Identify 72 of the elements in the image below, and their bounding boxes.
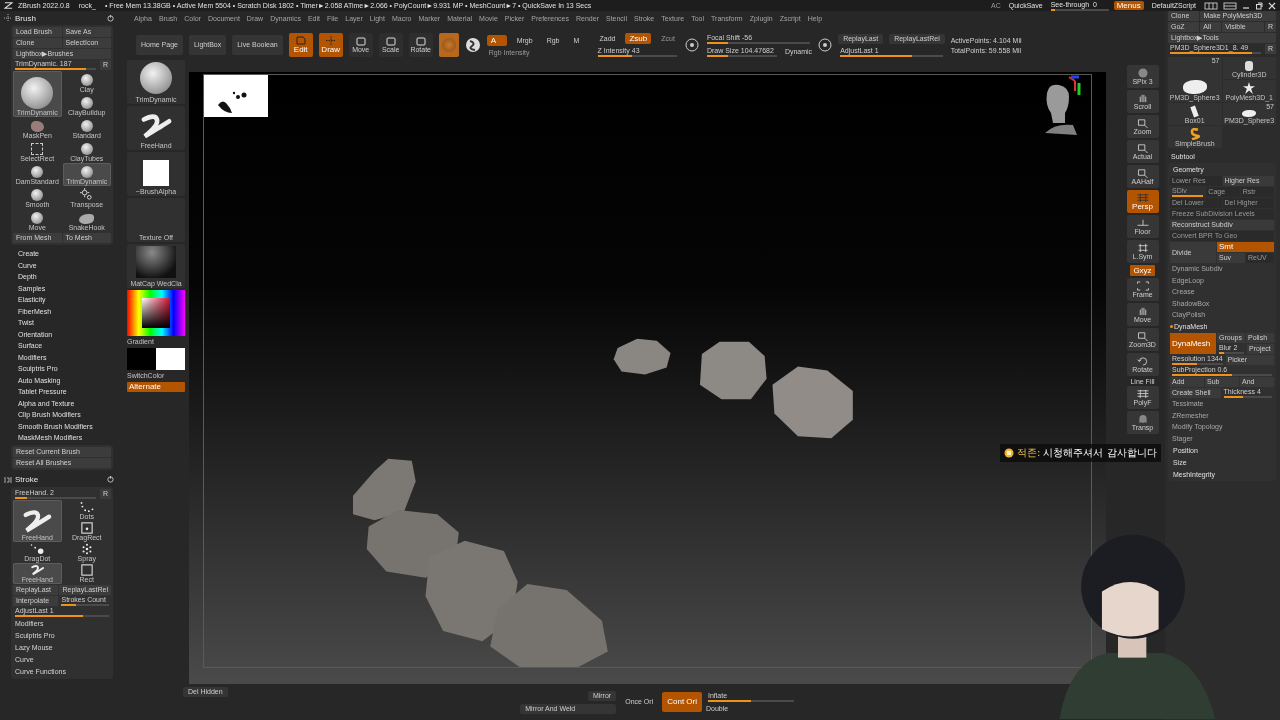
cont-ori-toggle[interactable]: Cont Ori [662, 692, 702, 712]
rock-drawing [613, 338, 671, 375]
mask-blob-icon [30, 121, 44, 132]
box-icon [1190, 105, 1199, 118]
refresh-icon[interactable] [107, 476, 114, 483]
hook-blob-icon [79, 214, 95, 224]
squiggle-icon [139, 112, 173, 140]
channel-toggle[interactable]: A [486, 34, 507, 46]
s-logo-icon [1189, 128, 1201, 140]
square-icon [80, 563, 93, 576]
palette-grip-icon[interactable] [4, 475, 12, 484]
cylinder-icon [1245, 61, 1254, 71]
sphere-icon [80, 97, 93, 109]
gxyz-toggle[interactable]: Gxyz [1130, 265, 1155, 276]
palette-title: Brush [15, 13, 36, 23]
magnifier-icon [1135, 330, 1150, 341]
sphere-icon [80, 143, 93, 155]
magnifier-icon [1135, 167, 1150, 178]
geometry-button[interactable]: DynaMesh [1170, 333, 1216, 354]
subtitle-text: 시청해주셔서 감사합니다 [1043, 446, 1157, 460]
view-tool-button[interactable]: Persp [1126, 190, 1159, 213]
canvas-background[interactable] [189, 72, 1106, 684]
rock-drawing [699, 341, 767, 400]
sphere-icon [21, 77, 54, 109]
target-circles-icon [80, 188, 94, 201]
pencil-icon [295, 36, 306, 45]
material-sphere-button[interactable] [438, 33, 459, 57]
square-icon [80, 521, 93, 534]
material-swatch [136, 246, 176, 278]
mode-button[interactable]: Draw [318, 33, 343, 57]
refresh-icon[interactable] [107, 14, 114, 22]
alternate-toggle[interactable]: Alternate [127, 382, 185, 392]
switch-color-button[interactable] [127, 348, 185, 370]
palette-title: Stroke [15, 475, 39, 484]
layout-icon[interactable] [1223, 1, 1237, 10]
sphere-icon [31, 212, 44, 224]
thumbnail-preview [204, 75, 268, 117]
magnifier-icon [1135, 117, 1150, 128]
z-mode-toggle[interactable]: Zsub [625, 33, 652, 44]
spray-dots-icon [80, 542, 93, 555]
sphere-icon [31, 166, 44, 178]
grid-icon [1135, 192, 1150, 203]
sphere-icon [140, 62, 172, 94]
squiggle-icon [29, 563, 45, 576]
palette-grip-icon[interactable] [4, 14, 12, 22]
floor-icon [1135, 217, 1150, 228]
star-icon [1243, 82, 1256, 94]
sphere-icon [80, 120, 93, 132]
sphere-icon [80, 74, 93, 86]
alpha-swatch [143, 160, 169, 186]
frame-icon [1135, 280, 1150, 291]
grid-icon [1135, 388, 1150, 399]
speaker-name: 적존: [1017, 446, 1041, 460]
crosshair-icon [325, 36, 336, 45]
rock-icon [1182, 80, 1207, 94]
menus-toggle[interactable]: Menus [1113, 1, 1144, 10]
dashed-square-icon [31, 143, 44, 155]
sphere-icon [31, 189, 44, 201]
geometry-button[interactable]: Smt [1217, 242, 1274, 252]
magnifier-icon [1135, 142, 1150, 153]
color-picker[interactable] [127, 290, 185, 336]
mode-button[interactable]: Edit [288, 33, 313, 57]
sphere-icon [80, 166, 93, 178]
close-icon[interactable] [1268, 1, 1276, 10]
sphere-icon[interactable] [464, 37, 481, 53]
coin-icon [1004, 448, 1014, 458]
layout-icon[interactable] [1204, 1, 1218, 10]
app-logo-icon [4, 1, 13, 10]
dot-trail-icon [29, 543, 46, 555]
restore-icon[interactable] [1255, 1, 1263, 10]
dots-icon [78, 501, 95, 513]
rock-icon [1242, 110, 1257, 117]
